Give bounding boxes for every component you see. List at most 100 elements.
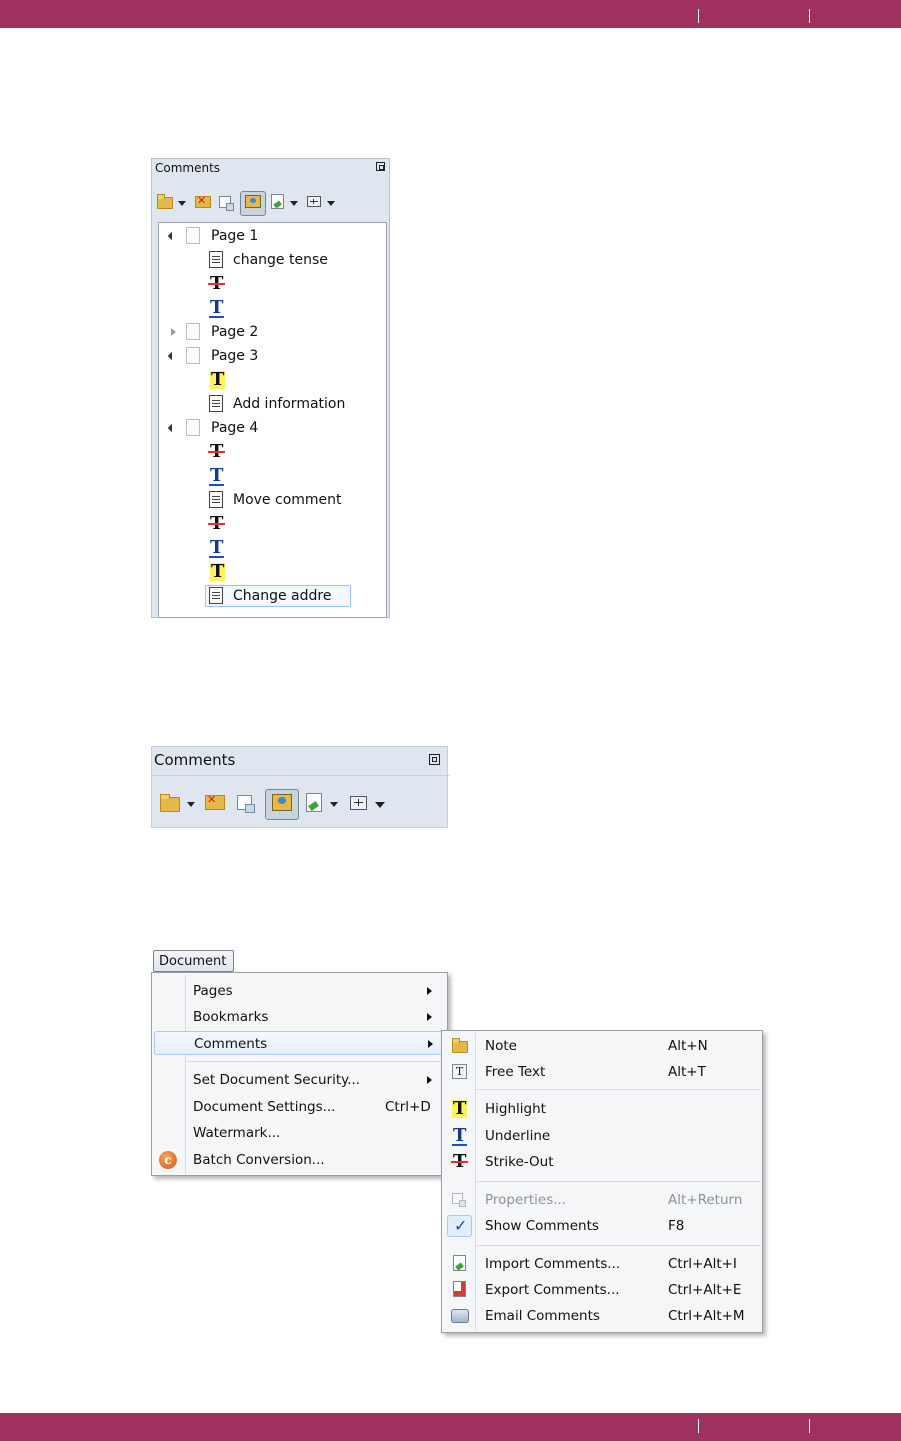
- new-note-folder-icon: [157, 194, 173, 209]
- submenu-item[interactable]: T Free Text Alt+T: [444, 1060, 760, 1084]
- submenu-item[interactable]: Import Comments... Ctrl+Alt+I: [444, 1252, 760, 1276]
- strike-out-icon: T: [207, 513, 226, 534]
- properties-icon: [219, 195, 234, 211]
- submenu-item-label: Strike-Out: [485, 1154, 554, 1170]
- chevron-down-icon[interactable]: [327, 201, 335, 206]
- page-icon: [186, 323, 200, 340]
- batch-conversion-icon: c: [159, 1151, 177, 1169]
- expand-icon: [350, 795, 367, 810]
- restore-panel-icon[interactable]: [429, 754, 440, 765]
- tree-page-node[interactable]: Page 1: [159, 225, 386, 247]
- tree-comment-node[interactable]: T: [159, 513, 386, 535]
- tree-comment-node[interactable]: Move comment: [159, 489, 386, 511]
- collapse-arrow-icon[interactable]: [167, 423, 177, 433]
- tree-page-label: Page 1: [211, 228, 259, 244]
- comments-panel-small: Comments Page 1change tenseTTPage 2Page …: [151, 158, 390, 618]
- submenu-item[interactable]: Export Comments... Ctrl+Alt+E: [444, 1278, 760, 1302]
- tree-comment-node[interactable]: T: [159, 441, 386, 463]
- menu-item[interactable]: Batch Conversion... c: [154, 1148, 445, 1172]
- menu-item[interactable]: Comments: [154, 1031, 445, 1055]
- tree-page-label: Page 4: [211, 420, 259, 436]
- submenu-item-label: Export Comments...: [485, 1282, 620, 1298]
- submenu-item[interactable]: T Highlight: [444, 1097, 760, 1121]
- submenu-item[interactable]: ✓ Show Comments F8: [444, 1214, 760, 1238]
- show-comments-button[interactable]: [265, 789, 299, 820]
- menu-item-label: Document Settings...: [193, 1099, 336, 1115]
- menu-item[interactable]: Document Settings... Ctrl+D: [154, 1095, 445, 1119]
- restore-panel-icon[interactable]: [376, 162, 385, 171]
- show-comments-button[interactable]: [240, 191, 266, 216]
- email-comments-icon: [451, 1309, 469, 1323]
- menu-separator: [477, 1245, 760, 1246]
- tree-comment-node[interactable]: T: [159, 465, 386, 487]
- import-comments-button[interactable]: [271, 194, 284, 213]
- tree-comment-node[interactable]: T: [159, 297, 386, 319]
- expand-icon: [307, 196, 321, 207]
- submenu-item[interactable]: Note Alt+N: [444, 1034, 760, 1058]
- chevron-down-icon[interactable]: [375, 801, 385, 808]
- menu-item[interactable]: Watermark...: [154, 1121, 445, 1145]
- collapse-arrow-icon[interactable]: [167, 231, 177, 241]
- submenu-item: Properties... Alt+Return: [444, 1188, 760, 1212]
- comments-tree[interactable]: Page 1 change tense T T Page 2 Page 3 T Add inf…: [158, 222, 387, 618]
- delete-comment-button[interactable]: [205, 793, 225, 814]
- show-comments-icon: [272, 794, 292, 811]
- tree-comment-node[interactable]: T: [159, 537, 386, 559]
- chevron-down-icon[interactable]: [178, 201, 186, 206]
- tree-page-node[interactable]: Page 2: [159, 321, 386, 343]
- page-footer-bar: [0, 1413, 901, 1441]
- tree-comment-node[interactable]: Change addre: [159, 585, 386, 607]
- chevron-down-icon[interactable]: [187, 802, 195, 807]
- comments-panel-large: Comments: [151, 746, 449, 828]
- tree-comment-node[interactable]: T: [159, 561, 386, 583]
- submenu-item-shortcut: Alt+N: [668, 1038, 708, 1054]
- menu-item[interactable]: Set Document Security...: [154, 1068, 445, 1092]
- import-comments-icon: [453, 1255, 466, 1271]
- submenu-item[interactable]: Email Comments Ctrl+Alt+M: [444, 1304, 760, 1328]
- tree-comment-label: Move comment: [233, 492, 342, 508]
- menu-item[interactable]: Pages: [154, 979, 445, 1003]
- submenu-item-label: Free Text: [485, 1064, 546, 1080]
- submenu-item[interactable]: T Strike-Out: [444, 1150, 760, 1174]
- tree-comment-node[interactable]: Add information: [159, 393, 386, 415]
- tree-comment-node[interactable]: change tense: [159, 249, 386, 271]
- menu-item-shortcut: Ctrl+D: [385, 1099, 431, 1115]
- delete-folder-icon: [195, 194, 211, 208]
- tree-page-node[interactable]: Page 4: [159, 417, 386, 439]
- page-icon: [186, 419, 200, 436]
- chevron-down-icon[interactable]: [290, 201, 298, 206]
- tree-comment-node[interactable]: T: [159, 369, 386, 391]
- tree-page-node[interactable]: Page 3: [159, 345, 386, 367]
- menu-item-label: Bookmarks: [193, 1009, 269, 1025]
- submenu-item[interactable]: T Underline: [444, 1124, 760, 1148]
- menu-item[interactable]: Bookmarks: [154, 1005, 445, 1029]
- delete-comment-button[interactable]: [195, 194, 211, 212]
- properties-button[interactable]: [219, 195, 234, 212]
- highlight-icon: T: [210, 561, 226, 582]
- new-note-button[interactable]: [160, 793, 180, 816]
- menu-separator: [187, 1061, 445, 1062]
- expand-arrow-icon[interactable]: [171, 328, 176, 336]
- submenu-arrow-icon: [427, 987, 432, 995]
- properties-button[interactable]: [237, 795, 255, 814]
- expand-collapse-button[interactable]: [350, 795, 367, 814]
- new-note-button[interactable]: [157, 194, 173, 213]
- strike-out-icon: T: [207, 273, 226, 294]
- tree-page-label: Page 3: [211, 348, 259, 364]
- tree-comment-label: change tense: [233, 252, 328, 268]
- import-comments-icon: [306, 793, 322, 812]
- expand-collapse-button[interactable]: [307, 196, 321, 211]
- highlight-icon: T: [210, 369, 226, 390]
- import-comments-button[interactable]: [306, 793, 322, 816]
- chevron-down-icon[interactable]: [330, 802, 338, 807]
- menu-document[interactable]: Document: [153, 950, 234, 972]
- comments-submenu: Note Alt+N T Free Text Alt+T T Highlight T Under…: [441, 1030, 763, 1333]
- menu-item-label: Comments: [194, 1036, 268, 1052]
- collapse-arrow-icon[interactable]: [167, 351, 177, 361]
- tree-comment-label: Add information: [233, 396, 346, 412]
- tree-page-label: Page 2: [211, 324, 259, 340]
- submenu-item-label: Import Comments...: [485, 1256, 621, 1272]
- tree-comment-node[interactable]: T: [159, 273, 386, 295]
- submenu-item-label: Show Comments: [485, 1218, 599, 1234]
- menu-item-label: Batch Conversion...: [193, 1152, 325, 1168]
